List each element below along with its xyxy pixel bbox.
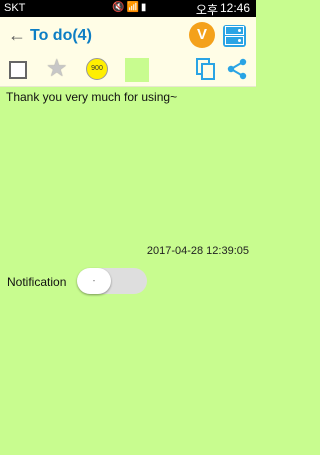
share-icon[interactable] <box>226 58 248 80</box>
status-icons: 🔇📶▮ <box>112 2 148 13</box>
note-datetime: 2017-04-28 12:39:05 <box>146 245 249 257</box>
storage-icon[interactable] <box>223 25 246 47</box>
mute-icon: 🔇 <box>112 2 127 13</box>
status-bar: SKT 🔇📶▮ 오후 12:46 <box>0 0 256 17</box>
done-checkbox[interactable] <box>9 61 27 79</box>
clock: 12:46 <box>219 1 250 15</box>
wifi-icon: 📶 <box>126 2 141 13</box>
arrow-left-icon[interactable]: ← <box>8 25 26 46</box>
star-icon[interactable]: ★ <box>46 57 68 81</box>
note-toolbar: ★ 900 <box>0 54 256 87</box>
ampm-label: 오후 <box>195 3 218 17</box>
page-title: To do(4) <box>30 27 92 44</box>
coin-button[interactable]: 900 <box>86 58 108 80</box>
v-badge-button[interactable]: V <box>189 22 215 48</box>
notification-toggle[interactable]: - <box>77 268 147 294</box>
toggle-knob[interactable]: - <box>77 268 111 294</box>
carrier-label: SKT <box>4 2 26 14</box>
app-header: ← To do(4) V <box>0 17 256 54</box>
notification-label: Notification <box>7 275 67 289</box>
color-swatch-button[interactable] <box>125 58 149 82</box>
copy-icon[interactable] <box>196 58 216 80</box>
note-body-text[interactable]: Thank you very much for using~ <box>6 90 177 104</box>
battery-icon: ▮ <box>140 2 149 13</box>
